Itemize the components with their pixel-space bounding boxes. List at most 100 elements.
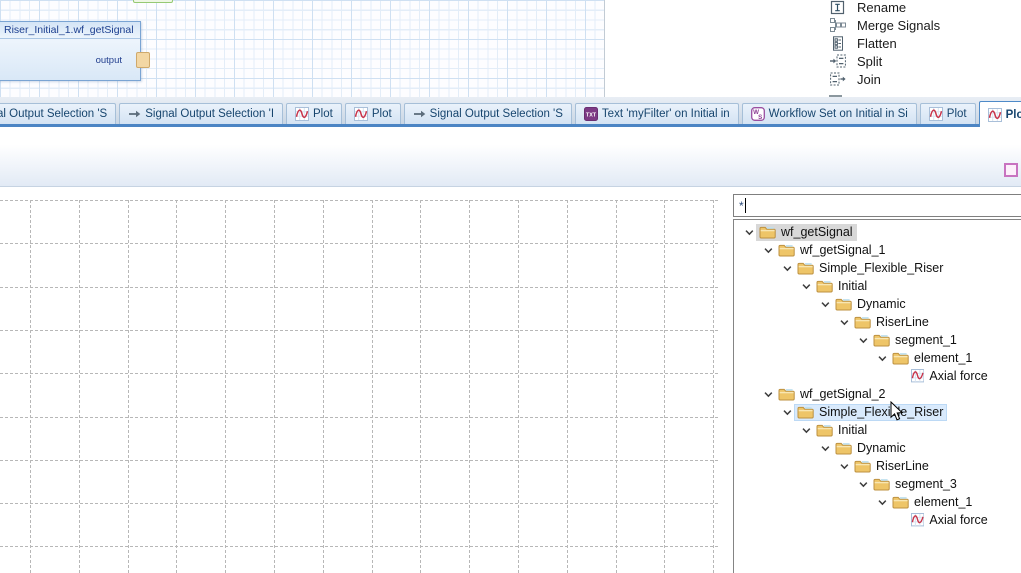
workflow-node-partial[interactable] [133, 0, 173, 3]
tree-node[interactable]: segment_1 [870, 332, 961, 349]
chevron-down-icon[interactable] [761, 387, 775, 401]
signal-tree-panel: wf_getSignalwf_getSignal_1Simple_Flexibl… [733, 219, 1021, 573]
chevron-down-icon[interactable] [780, 405, 794, 419]
tree-node[interactable]: Dynamic [832, 440, 910, 457]
tree-node[interactable]: Simple_Flexible_Riser [794, 260, 947, 277]
join-icon [830, 72, 846, 86]
folder-icon [816, 279, 833, 293]
tree-row-element-1[interactable]: element_1 [734, 349, 1021, 367]
arrow-icon [128, 109, 141, 119]
plot-icon [929, 107, 943, 121]
tree-node-label: Initial [838, 279, 867, 293]
menu-item-join[interactable]: Join [824, 70, 1021, 88]
tree-row-segment-1[interactable]: segment_1 [734, 331, 1021, 349]
folder-icon [759, 225, 776, 239]
plot-gridline-vertical [420, 200, 421, 573]
tab-bar: al Output Selection 'SSignal Output Sele… [0, 103, 1021, 124]
tab-text-myfilter-on-initial-in[interactable]: TXTText 'myFilter' on Initial in [575, 103, 739, 124]
chevron-down-icon[interactable] [875, 351, 889, 365]
tree-node[interactable]: Dynamic [832, 296, 910, 313]
tree-node[interactable]: Initial [813, 422, 871, 439]
tree-node[interactable]: segment_3 [870, 476, 961, 493]
tree-row-axial-force[interactable]: Axial force [734, 511, 1021, 529]
menu-item-flatten[interactable]: Flatten [824, 34, 1021, 52]
tree-row-simple-flexible-riser[interactable]: Simple_Flexible_Riser [734, 259, 1021, 277]
tree-row-wf-getsignal-1[interactable]: wf_getSignal_1 [734, 241, 1021, 259]
menu-item-rename[interactable]: Rename [824, 0, 1021, 16]
tree-row-wf-getsignal[interactable]: wf_getSignal [734, 223, 1021, 241]
menu-item-label: Join [857, 72, 881, 87]
legend-color-swatch[interactable] [1004, 163, 1018, 177]
tree-row-dynamic[interactable]: Dynamic [734, 295, 1021, 313]
tab-plot[interactable]: Plot [286, 103, 342, 124]
tree-row-initial[interactable]: Initial [734, 277, 1021, 295]
tree-node[interactable]: RiserLine [851, 314, 933, 331]
tree-node[interactable]: Axial force [908, 512, 992, 529]
tree-node-label: Dynamic [857, 441, 906, 455]
tree-node[interactable]: Axial force [908, 368, 992, 385]
plot-gridline-horizontal [0, 417, 718, 418]
tree-row-dynamic[interactable]: Dynamic [734, 439, 1021, 457]
folder-icon [892, 351, 909, 365]
tree-node[interactable]: wf_getSignal [756, 224, 857, 241]
tab-al-output-selection-s[interactable]: al Output Selection 'S [0, 103, 116, 124]
tree-node-label: Axial force [929, 513, 987, 527]
plot-gridline-vertical [274, 200, 275, 573]
tree-node-label: Dynamic [857, 297, 906, 311]
tree-node[interactable]: wf_getSignal_1 [775, 242, 889, 259]
chevron-down-icon[interactable] [856, 333, 870, 347]
menu-item-label: Merge Signals [857, 18, 940, 33]
chevron-down-icon[interactable] [780, 261, 794, 275]
workflow-block[interactable]: Riser_Initial_1.wf_getSignal output [0, 21, 141, 81]
tree-row-wf-getsignal-2[interactable]: wf_getSignal_2 [734, 385, 1021, 403]
chevron-down-icon[interactable] [818, 441, 832, 455]
tree-node[interactable]: element_1 [889, 350, 976, 367]
tree-row-riserline[interactable]: RiserLine [734, 313, 1021, 331]
tree-node[interactable]: element_1 [889, 494, 976, 511]
menu-item-split[interactable]: Split [824, 52, 1021, 70]
chevron-down-icon[interactable] [761, 243, 775, 257]
tab-workflow-set-on-initial-in-si[interactable]: WSWorkflow Set on Initial in Si [742, 103, 917, 124]
tab-label: Plot [372, 108, 392, 120]
tree-node[interactable]: Initial [813, 278, 871, 295]
chevron-down-icon[interactable] [742, 225, 756, 239]
chevron-down-icon [876, 352, 889, 365]
tab-plot[interactable]: Plot [920, 103, 976, 124]
tab-signal-output-selection-s[interactable]: Signal Output Selection 'S [404, 103, 572, 124]
tree-node[interactable]: wf_getSignal_2 [775, 386, 889, 403]
plot-gridline-vertical [616, 200, 617, 573]
tab-signal-output-selection-i[interactable]: Signal Output Selection 'I [119, 103, 283, 124]
tree-row-axial-force[interactable]: Axial force [734, 367, 1021, 385]
folder-icon [873, 333, 890, 347]
chevron-down-icon[interactable] [856, 477, 870, 491]
signal-plot-icon [911, 369, 924, 382]
menu-item-merge-signals[interactable]: Merge Signals [824, 16, 1021, 34]
plot-gridline-horizontal [0, 460, 718, 461]
signal-filter-input[interactable]: * [733, 194, 1021, 217]
tab-plot[interactable]: Plot [345, 103, 401, 124]
chevron-down-icon[interactable] [799, 423, 813, 437]
tree-row-riserline[interactable]: RiserLine [734, 457, 1021, 475]
tab-label: Plot [1006, 109, 1021, 121]
chevron-down-icon [781, 262, 794, 275]
tree-row-element-1[interactable]: element_1 [734, 493, 1021, 511]
chevron-down-icon[interactable] [799, 279, 813, 293]
tree-row-simple-flexible-riser[interactable]: Simple_Flexible_Riser [734, 403, 1021, 421]
tab-label: Plot [313, 108, 333, 120]
folder-icon [797, 261, 814, 275]
tree-row-segment-3[interactable]: segment_3 [734, 475, 1021, 493]
folder-icon [816, 423, 833, 437]
tab-plot[interactable]: Plot× [979, 101, 1021, 127]
chevron-down-icon[interactable] [875, 495, 889, 509]
tree-row-initial[interactable]: Initial [734, 421, 1021, 439]
tab-bar-underline [0, 124, 1021, 127]
tree-node[interactable]: Simple_Flexible_Riser [794, 404, 947, 421]
tree-node[interactable]: RiserLine [851, 458, 933, 475]
output-port[interactable] [136, 52, 150, 68]
chevron-down-icon[interactable] [837, 315, 851, 329]
tree-node-label: wf_getSignal [781, 225, 853, 239]
chevron-down-icon[interactable] [818, 297, 832, 311]
split-icon [830, 54, 846, 68]
signal-plot-icon [911, 513, 924, 526]
chevron-down-icon[interactable] [837, 459, 851, 473]
